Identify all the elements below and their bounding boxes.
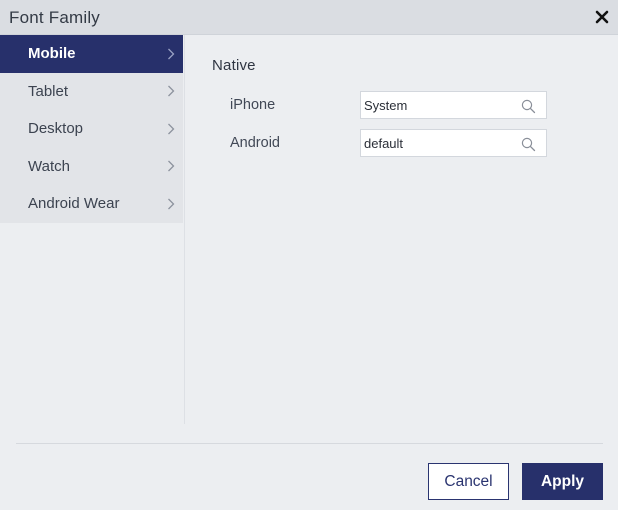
chevron-right-icon [168, 48, 175, 60]
sidebar-item-label: Tablet [28, 82, 69, 100]
iphone-font-field[interactable] [360, 91, 547, 119]
close-icon [595, 10, 609, 24]
sidebar-item-desktop[interactable]: Desktop [0, 110, 183, 148]
cancel-button[interactable]: Cancel [428, 463, 509, 500]
iphone-label: iPhone [230, 97, 276, 113]
chevron-right-icon [168, 198, 175, 210]
android-label: Android [230, 135, 280, 151]
main-panel: Native iPhone Android [185, 35, 618, 424]
sidebar-item-android-wear[interactable]: Android Wear [0, 185, 183, 223]
dialog-title: Font Family [9, 8, 100, 27]
sidebar-item-tablet[interactable]: Tablet [0, 72, 183, 110]
sidebar-item-mobile[interactable]: Mobile [0, 35, 183, 73]
sidebar-item-label: Desktop [28, 120, 84, 138]
sidebar-item-watch[interactable]: Watch [0, 147, 183, 185]
search-icon[interactable] [521, 137, 536, 152]
section-title: Native [212, 57, 256, 74]
sidebar-item-label: Watch [28, 157, 70, 175]
apply-button[interactable]: Apply [522, 463, 603, 500]
dialog-titlebar: Font Family [0, 0, 618, 35]
iphone-font-input[interactable] [361, 92, 511, 118]
chevron-right-icon [168, 85, 175, 97]
footer-divider [16, 443, 603, 444]
sidebar: Mobile Tablet Desktop Watch Android Wear [0, 35, 185, 424]
android-font-input[interactable] [361, 130, 511, 156]
search-icon[interactable] [521, 99, 536, 114]
sidebar-item-label: Android Wear [28, 195, 120, 213]
sidebar-item-label: Mobile [28, 45, 76, 63]
chevron-right-icon [168, 160, 175, 172]
android-font-field[interactable] [360, 129, 547, 157]
chevron-right-icon [168, 123, 175, 135]
close-button[interactable] [592, 7, 612, 27]
